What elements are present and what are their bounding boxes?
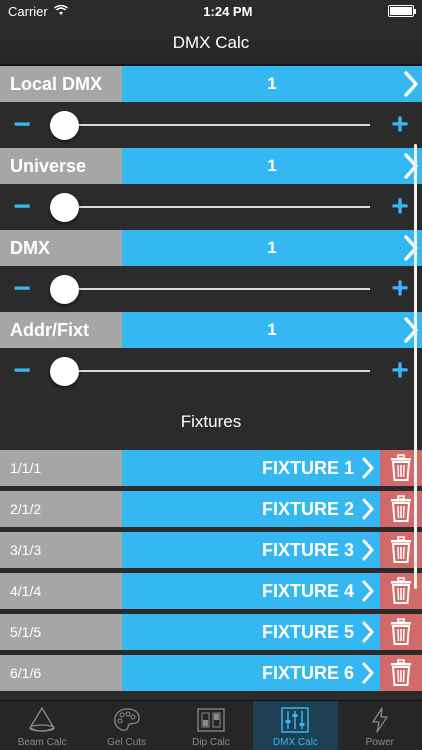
- param-row-universe[interactable]: Universe 1: [0, 148, 422, 184]
- fixture-name: FIXTURE 3: [261, 539, 354, 560]
- tab-beam-calc[interactable]: Beam Calc: [0, 701, 84, 750]
- chevron-right-icon: [362, 498, 374, 520]
- slider-thumb[interactable]: [50, 357, 79, 386]
- wifi-icon: [53, 4, 68, 19]
- sliders-icon: [281, 707, 310, 733]
- decrement-button[interactable]: −: [2, 102, 42, 148]
- slider-thumb[interactable]: [50, 193, 79, 222]
- tab-power[interactable]: Power: [338, 701, 422, 750]
- fixture-address: 2/1/2: [0, 491, 122, 527]
- trash-icon: [391, 536, 411, 563]
- slider-row-local-dmx: − +: [0, 102, 422, 148]
- fixture-button[interactable]: FIXTURE 1: [122, 450, 380, 486]
- tab-label: Gel Cuts: [107, 737, 147, 748]
- tab-dmx-calc[interactable]: DMX Calc: [253, 701, 338, 750]
- trash-icon: [391, 577, 411, 604]
- fixture-name: FIXTURE 6: [261, 662, 354, 683]
- param-row-addr-fixt[interactable]: Addr/Fixt 1: [0, 312, 422, 348]
- slider-row-dmx: − +: [0, 266, 422, 312]
- param-label: Local DMX: [0, 66, 122, 102]
- status-time: 1:24 PM: [203, 3, 253, 19]
- increment-button[interactable]: +: [380, 102, 420, 148]
- tab-gel-cuts[interactable]: Gel Cuts: [84, 701, 168, 750]
- dmx-calc-content[interactable]: Local DMX 1 − + Universe 1 − + DMX 1 − +…: [0, 66, 422, 700]
- param-value-button[interactable]: 1: [122, 66, 422, 102]
- status-bar: Carrier 1:24 PM: [0, 0, 422, 22]
- scroll-indicator[interactable]: [414, 144, 417, 589]
- param-label: Universe: [0, 148, 122, 184]
- list-item[interactable]: 2/1/2 FIXTURE 2: [0, 491, 422, 527]
- param-value-button[interactable]: 1: [122, 230, 422, 266]
- fixture-name: FIXTURE 4: [261, 580, 354, 601]
- slider-track[interactable]: [50, 206, 370, 208]
- param-value: 1: [267, 156, 277, 175]
- slider-track[interactable]: [50, 370, 370, 372]
- fixture-button[interactable]: FIXTURE 3: [122, 532, 380, 568]
- lightning-icon: [372, 707, 388, 733]
- param-row-local-dmx[interactable]: Local DMX 1: [0, 66, 422, 102]
- param-label: DMX: [0, 230, 122, 266]
- slider-track[interactable]: [50, 124, 370, 126]
- param-value: 1: [267, 74, 277, 93]
- battery-icon: [388, 5, 416, 17]
- fixture-address: 6/1/6: [0, 655, 122, 691]
- fixture-name: FIXTURE 2: [261, 498, 354, 519]
- page-title: DMX Calc: [172, 33, 250, 52]
- trash-icon: [391, 495, 411, 522]
- tab-label: Power: [365, 737, 394, 748]
- slider-track[interactable]: [50, 288, 370, 290]
- chevron-right-icon: [404, 70, 418, 103]
- palette-icon: [113, 708, 140, 731]
- list-item[interactable]: 1/1/1 FIXTURE 1: [0, 450, 422, 486]
- chevron-right-icon: [362, 662, 374, 684]
- delete-button[interactable]: [380, 655, 422, 691]
- fixture-address: 4/1/4: [0, 573, 122, 609]
- fixture-address: 5/1/5: [0, 614, 122, 650]
- list-item[interactable]: 3/1/3 FIXTURE 3: [0, 532, 422, 568]
- tab-label: Beam Calc: [17, 737, 67, 748]
- list-item[interactable]: 4/1/4 FIXTURE 4: [0, 573, 422, 609]
- fixture-address: 3/1/3: [0, 532, 122, 568]
- tab-dip-calc[interactable]: Dip Calc: [169, 701, 253, 750]
- param-value: 1: [267, 320, 277, 339]
- chevron-right-icon: [362, 580, 374, 602]
- dip-switch-icon: [197, 708, 225, 732]
- carrier-label: Carrier: [8, 3, 48, 19]
- list-item[interactable]: 6/1/6 FIXTURE 6: [0, 655, 422, 691]
- trash-icon: [391, 659, 411, 686]
- param-value: 1: [267, 238, 277, 257]
- fixture-name: FIXTURE 5: [261, 621, 354, 642]
- chevron-right-icon: [362, 539, 374, 561]
- slider-thumb[interactable]: [50, 275, 79, 304]
- chevron-right-icon: [362, 457, 374, 479]
- chevron-right-icon: [362, 621, 374, 643]
- nav-bar: DMX Calc: [0, 22, 422, 66]
- fixture-button[interactable]: FIXTURE 6: [122, 655, 380, 691]
- tab-label: Dip Calc: [192, 737, 230, 748]
- fixture-button[interactable]: FIXTURE 4: [122, 573, 380, 609]
- slider-row-universe: − +: [0, 184, 422, 230]
- slider-thumb[interactable]: [50, 111, 79, 140]
- param-row-dmx[interactable]: DMX 1: [0, 230, 422, 266]
- delete-button[interactable]: [380, 614, 422, 650]
- fixture-name: FIXTURE 1: [261, 457, 354, 478]
- trash-icon: [391, 454, 411, 481]
- slider-row-addr-fixt: − +: [0, 348, 422, 394]
- tab-bar: Beam Calc Gel Cuts Dip Calc DMX Calc Pow…: [0, 700, 422, 750]
- decrement-button[interactable]: −: [2, 348, 42, 394]
- fixture-address: 1/1/1: [0, 450, 122, 486]
- tab-label: DMX Calc: [272, 737, 318, 748]
- fixtures-section-header: Fixtures: [0, 394, 422, 450]
- fixtures-header-label: Fixtures: [180, 412, 242, 431]
- fixture-button[interactable]: FIXTURE 2: [122, 491, 380, 527]
- cone-icon: [29, 706, 56, 732]
- decrement-button[interactable]: −: [2, 184, 42, 230]
- fixture-button[interactable]: FIXTURE 5: [122, 614, 380, 650]
- param-value-button[interactable]: 1: [122, 312, 422, 348]
- decrement-button[interactable]: −: [2, 266, 42, 312]
- param-value-button[interactable]: 1: [122, 148, 422, 184]
- list-item[interactable]: 5/1/5 FIXTURE 5: [0, 614, 422, 650]
- param-label: Addr/Fixt: [0, 312, 122, 348]
- trash-icon: [391, 618, 411, 645]
